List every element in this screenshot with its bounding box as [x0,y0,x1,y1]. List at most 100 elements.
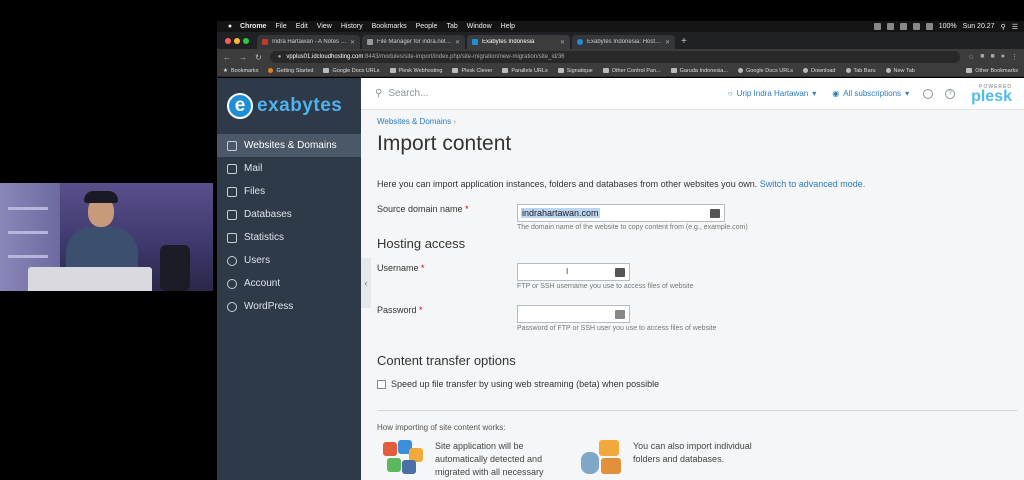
bookmark-item[interactable]: Google Docs URLs [323,68,380,74]
menu-app[interactable]: Chrome [240,23,266,30]
sidebar-item-files[interactable]: Files [217,180,361,203]
menu-icon[interactable]: ⋮ [1011,53,1018,61]
tab-title: Exabytes Indonesia: Hosting, S [587,39,662,45]
bookmark-item[interactable]: Garuda Indonesia... [670,68,728,74]
clock[interactable]: Sun 20.27 [963,23,995,30]
help-icon[interactable]: ? [945,88,956,99]
menu-bookmarks[interactable]: Bookmarks [372,23,407,30]
spotlight-icon[interactable]: ⚲ [1001,23,1006,31]
brand-logo[interactable]: e exabytes [217,78,361,134]
other-bookmarks[interactable]: Other Bookmarks [966,68,1018,74]
bookmark-item[interactable]: Parallels URLs [502,68,548,74]
user-menu[interactable]: ○ Urip Indra Hartawan ▾ [728,89,816,98]
new-tab-button[interactable]: + [677,36,693,49]
sidebar-collapse-toggle[interactable]: ‹ [361,258,371,308]
subscriptions-menu[interactable]: ◉ All subscriptions ▾ [832,89,909,98]
extension-icon[interactable]: ■ [980,53,984,61]
key-icon[interactable] [615,268,625,277]
bookmark-item[interactable]: Other Control Pan... [602,68,661,74]
maximize-window-button[interactable] [243,38,249,44]
close-tab-icon[interactable]: ✕ [560,39,565,46]
browser-tab[interactable]: Indra Hartawan - A Notes to m ✕ [257,35,360,49]
volume-icon[interactable] [925,23,933,30]
status-icon[interactable] [873,23,881,30]
key-icon[interactable] [710,209,720,218]
menu-history[interactable]: History [341,23,363,30]
forward-icon[interactable]: → [239,53,247,62]
control-center-icon[interactable]: ☰ [1012,23,1018,31]
sidebar-item-account[interactable]: Account [217,272,361,295]
profile-icon[interactable]: ● [1001,53,1005,61]
menu-edit[interactable]: Edit [296,23,308,30]
bookmark-item[interactable]: Plesk Clever [452,68,492,74]
extension-icon[interactable]: ■ [991,53,995,61]
minimize-window-button[interactable] [234,38,240,44]
wifi-icon[interactable] [912,23,920,30]
menu-view[interactable]: View [317,23,332,30]
folder-icon [602,68,609,73]
username-input[interactable]: I [517,263,630,281]
sidebar-item-databases[interactable]: Databases [217,203,361,226]
status-icon[interactable] [886,23,894,30]
close-tab-icon[interactable]: ✕ [455,39,460,46]
menu-file[interactable]: File [275,23,286,30]
browser-tab[interactable]: File Manager for indra.net/m ✕ [362,35,465,49]
web-streaming-option[interactable]: Speed up file transfer by using web stre… [377,379,659,389]
battery-percent[interactable]: 100% [939,23,957,30]
search-input[interactable]: Search... [388,88,428,99]
bookmarks-bar: ★ Bookmarks Getting Started Google Docs U… [217,65,1024,77]
web-streaming-checkbox[interactable] [377,379,386,389]
bookmark-star-icon[interactable]: ☆ [968,53,974,61]
bookmark-item[interactable]: Signatique [557,68,593,74]
page-title: Import content [377,132,512,155]
sidebar-item-websites-domains[interactable]: Websites & Domains [217,134,361,157]
back-icon[interactable]: ← [223,53,231,62]
breadcrumb[interactable]: Websites & Domains › [377,117,1008,126]
menu-tab[interactable]: Tab [446,23,457,30]
favicon-icon [885,68,891,73]
bookmark-item[interactable]: Download [803,68,836,74]
bookmark-label: Other Bookmarks [975,67,1018,74]
url-path: :8443/modules/site-import/index.php/site… [363,54,565,60]
search-box[interactable]: ⚲ Search... [375,88,728,99]
status-icon[interactable] [899,23,907,30]
browser-tab-active[interactable]: Exabytes Indonesia ✕ [467,35,570,49]
close-window-button[interactable] [225,38,231,44]
close-tab-icon[interactable]: ✕ [665,39,670,46]
address-bar[interactable]: ● vpplus01.idcloudhosting.com :8443/modu… [269,51,961,63]
window-controls [217,38,257,49]
switch-advanced-link[interactable]: Switch to advanced mode. [760,179,866,189]
menu-window[interactable]: Window [467,23,492,30]
key-icon[interactable] [615,310,625,319]
bookmark-item[interactable]: New Tab [885,68,915,74]
chevron-right-icon: › [453,117,457,126]
source-domain-input[interactable]: indrahartawan.com [517,204,725,222]
webcam-video [0,183,213,291]
howto-heading: How importing of site content works: [377,423,506,432]
applications-icon [383,440,423,478]
required-marker: * [421,263,425,273]
close-tab-icon[interactable]: ✕ [350,39,355,46]
webcam-shelf [8,231,48,234]
menu-people[interactable]: People [416,23,438,30]
sidebar-item-wordpress[interactable]: WordPress [217,295,361,318]
bookmark-item[interactable]: Getting Started [268,68,313,74]
webcam-person-hat [84,191,118,203]
bookmark-item[interactable]: Tab Baru [845,68,876,74]
sidebar-item-statistics[interactable]: Statistics [217,226,361,249]
favicon-icon [262,39,268,45]
browser-tab[interactable]: Exabytes Indonesia: Hosting, S ✕ [572,35,675,49]
password-input[interactable] [517,305,630,323]
sidebar-item-mail[interactable]: Mail [217,157,361,180]
username-label: Username * [377,263,517,281]
page-content: Websites & Domains › Import content Here… [361,117,1024,189]
menu-help[interactable]: Help [501,23,515,30]
bookmark-item[interactable]: Google Docs URLs [737,68,793,74]
reload-icon[interactable]: ↻ [255,53,262,62]
bookmark-item[interactable]: Plesk Webhosting [389,68,442,74]
breadcrumb-link[interactable]: Websites & Domains [377,117,451,126]
apple-icon[interactable]: ● [226,23,234,31]
sidebar-item-users[interactable]: Users [217,249,361,272]
notifications-icon[interactable] [923,88,934,99]
bookmark-item[interactable]: ★ Bookmarks [223,68,258,74]
